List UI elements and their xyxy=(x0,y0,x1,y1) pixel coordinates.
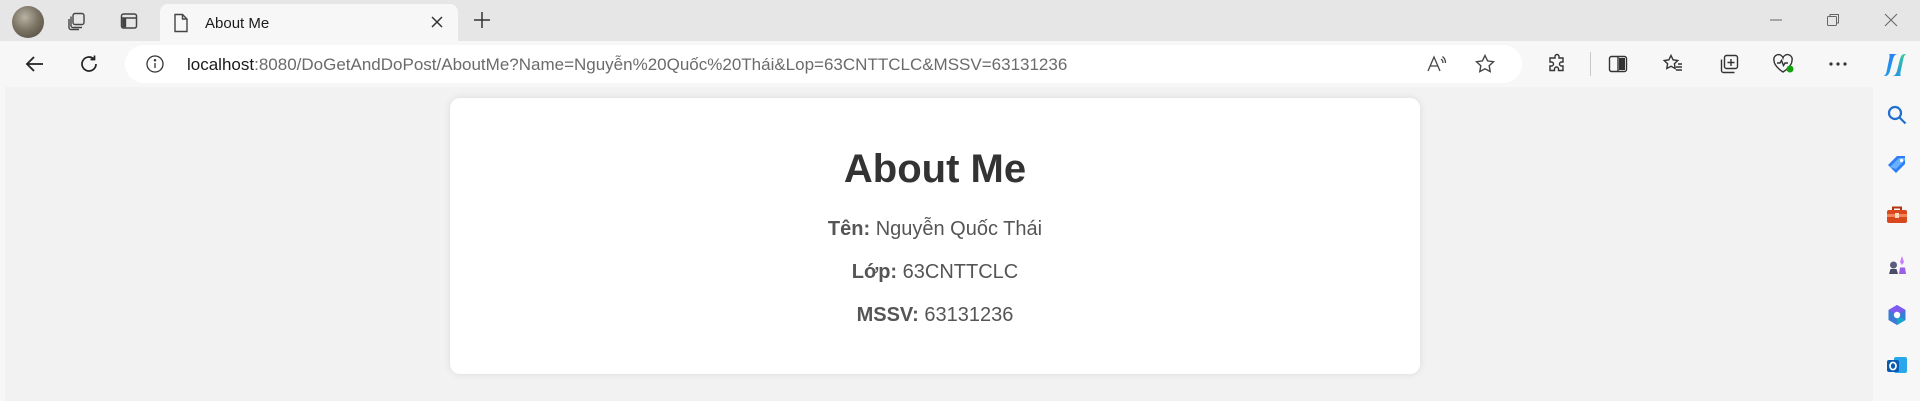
profile-avatar[interactable] xyxy=(12,6,44,38)
browser-toolbar: localhost:8080/DoGetAndDoPost/AboutMe?Na… xyxy=(0,41,1920,87)
collections-icon[interactable] xyxy=(1714,49,1744,79)
back-icon[interactable] xyxy=(18,47,52,81)
tools-icon[interactable] xyxy=(1881,199,1913,231)
read-aloud-icon[interactable] xyxy=(1423,51,1449,77)
new-tab-icon[interactable] xyxy=(466,5,498,35)
name-row: Tên: Nguyễn Quốc Thái xyxy=(450,217,1420,241)
workspaces-icon[interactable] xyxy=(60,6,94,36)
class-label: Lớp: xyxy=(851,261,898,283)
page-title: About Me xyxy=(843,147,1027,191)
vertical-tabs-icon[interactable] xyxy=(112,6,146,36)
close-icon[interactable] xyxy=(426,11,448,33)
tab-title: About Me xyxy=(205,15,270,32)
address-bar[interactable]: localhost:8080/DoGetAndDoPost/AboutMe?Na… xyxy=(125,45,1522,83)
microsoft-365-icon[interactable] xyxy=(1881,299,1913,331)
refresh-icon[interactable] xyxy=(72,47,106,81)
tab-about-me[interactable]: About Me xyxy=(160,4,458,41)
split-screen-icon[interactable] xyxy=(1603,49,1633,79)
search-icon[interactable] xyxy=(1881,99,1913,131)
page-viewport: About Me Tên: Nguyễn Quốc Thái Lớp: 63CN… xyxy=(5,87,1873,401)
more-icon[interactable] xyxy=(1823,49,1853,79)
favorites-icon[interactable] xyxy=(1658,49,1688,79)
class-row: Lớp: 63CNTTCLC xyxy=(450,260,1420,284)
browser-essentials-icon[interactable] xyxy=(1768,49,1798,79)
outlook-icon[interactable] xyxy=(1881,349,1913,381)
student-id-row: MSSV: 63131236 xyxy=(450,303,1420,327)
student-id-value: 63131236 xyxy=(924,304,1014,326)
document-icon xyxy=(172,13,190,38)
student-id-label: MSSV: xyxy=(856,304,919,326)
restore-icon[interactable] xyxy=(1806,0,1860,40)
name-value: Nguyễn Quốc Thái xyxy=(875,218,1043,240)
favorite-star-icon[interactable] xyxy=(1472,51,1498,77)
toolbar-divider xyxy=(1590,52,1591,76)
games-icon[interactable] xyxy=(1881,249,1913,281)
about-card: About Me Tên: Nguyễn Quốc Thái Lớp: 63CN… xyxy=(450,98,1420,374)
info-icon[interactable] xyxy=(145,54,165,74)
class-value: 63CNTTCLC xyxy=(902,261,1019,283)
shopping-tag-icon[interactable] xyxy=(1881,149,1913,181)
minimize-icon[interactable] xyxy=(1749,0,1803,40)
copilot-icon[interactable] xyxy=(1878,48,1912,82)
name-label: Tên: xyxy=(827,218,871,240)
tab-strip: About Me xyxy=(0,0,1920,41)
extensions-icon[interactable] xyxy=(1543,49,1573,79)
window-close-icon[interactable] xyxy=(1864,0,1918,40)
edge-sidebar xyxy=(1873,87,1920,401)
url-text[interactable]: localhost:8080/DoGetAndDoPost/AboutMe?Na… xyxy=(187,55,1067,75)
